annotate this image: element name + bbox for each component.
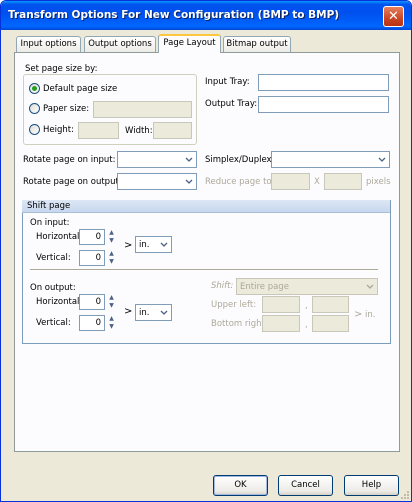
close-icon: ✕ <box>388 9 399 24</box>
title-bar[interactable]: Transform Options For New Configuration … <box>1 1 411 30</box>
output-vertical-spinner[interactable]: ▲ ▼ <box>107 315 116 331</box>
chevron-down-icon <box>378 157 386 162</box>
input-vertical-field[interactable]: 0 <box>79 250 105 266</box>
spin-up-icon[interactable]: ▲ <box>107 229 116 237</box>
upper-left-comma: , <box>305 301 308 311</box>
reduce-width-field[interactable] <box>271 173 310 190</box>
bottom-right-y-field[interactable] <box>312 315 349 332</box>
output-horizontal-label: Horizontal: <box>36 297 83 307</box>
output-unit-dropdown[interactable]: in. <box>135 304 172 321</box>
reduce-height-field[interactable] <box>324 173 362 190</box>
upper-left-label: Upper left: <box>211 300 257 310</box>
region-arrow-label: > <box>354 309 363 320</box>
input-horizontal-field[interactable]: 0 <box>79 229 105 245</box>
chevron-down-icon <box>185 157 193 162</box>
spin-up-icon[interactable]: ▲ <box>107 315 116 323</box>
output-horizontal-value: 0 <box>95 297 101 307</box>
rotate-output-label: Rotate page on output: <box>23 177 122 187</box>
rotate-input-dropdown[interactable] <box>117 151 197 168</box>
input-tray-label: Input Tray: <box>205 77 250 87</box>
output-vertical-value: 0 <box>95 318 101 328</box>
input-arrow-label: > <box>124 240 133 251</box>
on-input-label: On input: <box>30 218 70 228</box>
chevron-down-icon <box>160 310 168 315</box>
output-horizontal-spinner[interactable]: ▲ ▼ <box>107 294 116 310</box>
upper-left-x-field[interactable] <box>262 296 300 313</box>
tab-output-options[interactable]: Output options <box>84 36 156 52</box>
simplex-duplex-label: Simplex/Duplex: <box>205 155 275 165</box>
input-vertical-value: 0 <box>95 253 101 263</box>
tab-bitmap-output[interactable]: Bitmap output <box>223 36 291 52</box>
tab-input-options[interactable]: Input options <box>16 36 81 52</box>
upper-left-y-field[interactable] <box>312 296 349 313</box>
cancel-button[interactable]: Cancel <box>278 475 333 496</box>
bottom-right-comma: , <box>305 320 308 330</box>
input-tray-field[interactable] <box>258 74 389 91</box>
resize-grip-icon[interactable] <box>399 489 409 499</box>
input-horizontal-label: Horizontal: <box>36 232 83 242</box>
input-unit-value: in. <box>139 240 150 250</box>
input-horizontal-value: 0 <box>95 232 101 242</box>
help-button[interactable]: Help <box>344 475 399 496</box>
paper-size-field[interactable] <box>93 101 192 118</box>
bottom-right-x-field[interactable] <box>262 315 300 332</box>
shift-label: Shift: <box>211 281 234 291</box>
region-unit-label: in. <box>365 310 376 320</box>
width-label: Width: <box>125 126 153 136</box>
chevron-down-icon <box>366 284 374 289</box>
output-horizontal-field[interactable]: 0 <box>79 294 105 310</box>
simplex-duplex-dropdown[interactable] <box>271 151 390 168</box>
default-page-size-radio[interactable] <box>29 83 40 94</box>
reduce-x-label: X <box>314 177 320 187</box>
shift-region-dropdown[interactable]: Entire page <box>236 278 378 295</box>
width-field[interactable] <box>153 122 192 139</box>
rotate-input-label: Rotate page on input: <box>23 155 116 165</box>
on-output-label: On output: <box>30 283 76 293</box>
chevron-down-icon <box>160 242 168 247</box>
shift-page-title: Shift page <box>27 201 71 211</box>
chevron-down-icon <box>185 179 193 184</box>
spin-down-icon[interactable]: ▼ <box>107 237 116 245</box>
bottom-right-label: Bottom right: <box>211 319 268 329</box>
spin-down-icon[interactable]: ▼ <box>107 258 116 266</box>
close-button[interactable]: ✕ <box>383 6 404 27</box>
output-tray-label: Output Tray: <box>205 99 258 109</box>
output-arrow-label: > <box>124 306 133 317</box>
rotate-output-dropdown[interactable] <box>117 173 197 190</box>
default-page-size-label: Default page size <box>43 84 118 94</box>
height-radio[interactable] <box>29 124 40 135</box>
reduce-unit-label: pixels <box>366 177 391 187</box>
shift-region-value: Entire page <box>240 282 289 292</box>
ok-button[interactable]: OK <box>213 475 268 496</box>
height-field[interactable] <box>78 122 119 139</box>
output-unit-value: in. <box>139 308 150 318</box>
dialog-window: Transform Options For New Configuration … <box>0 0 412 502</box>
paper-size-label: Paper size: <box>43 104 90 114</box>
shift-separator <box>30 269 378 271</box>
tab-page-layout[interactable]: Page Layout <box>158 34 221 53</box>
output-vertical-label: Vertical: <box>36 318 71 328</box>
input-horizontal-spinner[interactable]: ▲ ▼ <box>107 229 116 245</box>
reduce-page-label: Reduce page to: <box>205 177 275 187</box>
spin-down-icon[interactable]: ▼ <box>107 302 116 310</box>
spin-down-icon[interactable]: ▼ <box>107 323 116 331</box>
shift-page-header: Shift page <box>22 200 390 213</box>
output-vertical-field[interactable]: 0 <box>79 315 105 331</box>
paper-size-radio[interactable] <box>29 103 40 114</box>
input-vertical-spinner[interactable]: ▲ ▼ <box>107 250 116 266</box>
spin-up-icon[interactable]: ▲ <box>107 250 116 258</box>
window-title: Transform Options For New Configuration … <box>8 9 340 21</box>
output-tray-field[interactable] <box>258 96 389 113</box>
height-label: Height: <box>43 125 74 135</box>
input-unit-dropdown[interactable]: in. <box>135 236 172 253</box>
page-size-group-label: Set page size by: <box>25 64 98 74</box>
input-vertical-label: Vertical: <box>36 253 71 263</box>
spin-up-icon[interactable]: ▲ <box>107 294 116 302</box>
